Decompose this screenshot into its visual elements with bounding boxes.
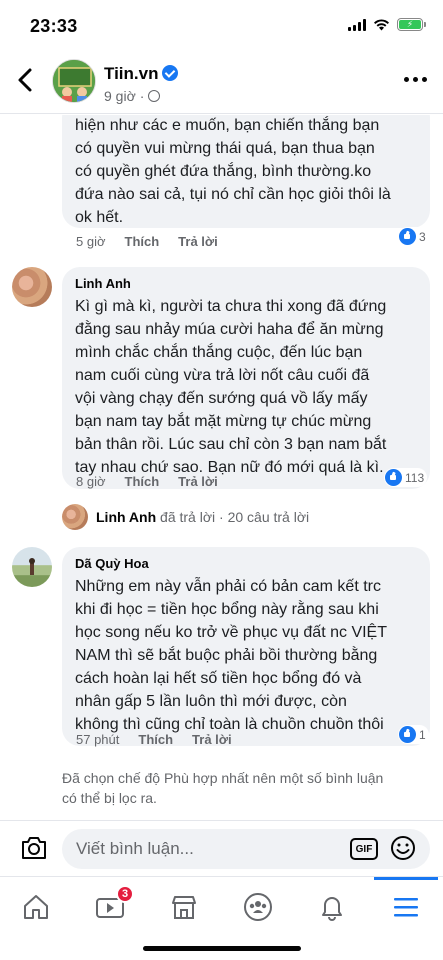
gif-icon[interactable]: GIF: [350, 838, 378, 860]
tab-menu[interactable]: [386, 887, 426, 927]
page-avatar[interactable]: [52, 59, 96, 103]
avatar[interactable]: [12, 267, 52, 307]
like-reaction-icon: [385, 469, 402, 486]
globe-icon: [148, 90, 161, 102]
comment-text: Những em này vẫn phải có bản cam kết trc…: [75, 578, 387, 733]
verified-badge-icon: [162, 65, 179, 81]
comments-list: hiện như các e muốn, bạn chiến thắng bạn…: [0, 115, 443, 820]
cellular-signal-icon: [348, 18, 366, 31]
view-replies-link[interactable]: Linh Anh đã trả lời · 20 câu trả lời: [62, 504, 309, 530]
post-meta: 9 giờ ·: [104, 88, 161, 104]
comment-composer: Viết bình luận... GIF: [0, 820, 443, 876]
reply-button[interactable]: Trả lời: [178, 474, 218, 489]
page-name[interactable]: Tiin.vn: [104, 64, 179, 84]
menu-icon: [394, 898, 418, 917]
comment-time: 57 phút: [76, 732, 120, 747]
reply-button[interactable]: Trả lời: [192, 732, 232, 747]
reply-author: Linh Anh: [96, 509, 157, 525]
back-arrow-icon[interactable]: [14, 66, 38, 94]
comment-actions: 57 phút Thích Trả lời: [76, 732, 232, 747]
avatar: [62, 504, 88, 530]
like-button[interactable]: Thích: [125, 234, 160, 249]
like-reaction-icon: [399, 726, 416, 743]
status-icons: ⚡: [348, 18, 426, 31]
more-options-icon[interactable]: [404, 77, 427, 82]
post-time: 9 giờ: [104, 88, 136, 104]
status-bar: 23:33 ⚡: [0, 0, 443, 50]
notification-badge: 3: [116, 885, 134, 903]
reaction-count[interactable]: 1: [398, 725, 429, 744]
avatar[interactable]: [12, 547, 52, 587]
tab-home[interactable]: [16, 887, 56, 927]
emoji-icon[interactable]: [390, 835, 416, 861]
home-indicator: [143, 946, 301, 951]
status-time: 23:33: [30, 16, 78, 36]
battery-icon: ⚡: [397, 18, 426, 31]
camera-icon[interactable]: [20, 835, 48, 861]
comment-actions: 5 giờ Thích Trả lời: [76, 234, 218, 249]
comment-bubble[interactable]: Dã Quỳ Hoa Những em này vẫn phải có bản …: [62, 547, 430, 746]
comment-author[interactable]: Dã Quỳ Hoa: [75, 556, 418, 571]
active-tab-indicator: [374, 877, 438, 880]
marketplace-icon: [172, 896, 196, 919]
page-name-text[interactable]: Tiin.vn: [104, 64, 158, 83]
reaction-count[interactable]: 3: [398, 227, 429, 246]
tab-groups[interactable]: [238, 887, 278, 927]
comment-bubble[interactable]: hiện như các e muốn, bạn chiến thắng bạn…: [62, 115, 430, 228]
like-button[interactable]: Thích: [138, 732, 173, 747]
groups-icon: [244, 893, 272, 921]
filter-notice: Đã chọn chế độ Phù hợp nhất nên một số b…: [62, 770, 384, 806]
tab-watch[interactable]: 3: [90, 885, 134, 927]
notifications-icon: [322, 897, 342, 921]
post-header: Tiin.vn 9 giờ ·: [0, 50, 443, 114]
tab-marketplace[interactable]: [164, 887, 204, 927]
like-button[interactable]: Thích: [125, 474, 160, 489]
wifi-icon: [374, 19, 389, 31]
comment-time: 5 giờ: [76, 234, 106, 249]
home-icon: [24, 895, 48, 919]
comment-input-placeholder: Viết bình luận...: [76, 839, 194, 858]
reply-button[interactable]: Trả lời: [178, 234, 218, 249]
like-reaction-icon: [399, 228, 416, 245]
comment-actions: 8 giờ Thích Trả lời: [76, 474, 218, 489]
tab-notifications[interactable]: [312, 887, 352, 927]
reaction-count[interactable]: 113: [384, 468, 428, 487]
comment-time: 8 giờ: [76, 474, 106, 489]
comment-author[interactable]: Linh Anh: [75, 276, 418, 291]
comment-text: hiện như các e muốn, bạn chiến thắng bạn…: [75, 117, 391, 226]
comment-input[interactable]: Viết bình luận... GIF: [62, 829, 430, 869]
reply-count: 20 câu trả lời: [227, 509, 310, 525]
comment-bubble[interactable]: Linh Anh Kì gì mà kì, người ta chưa thi …: [62, 267, 430, 489]
comment-text: Kì gì mà kì, người ta chưa thi xong đã đ…: [75, 298, 387, 476]
